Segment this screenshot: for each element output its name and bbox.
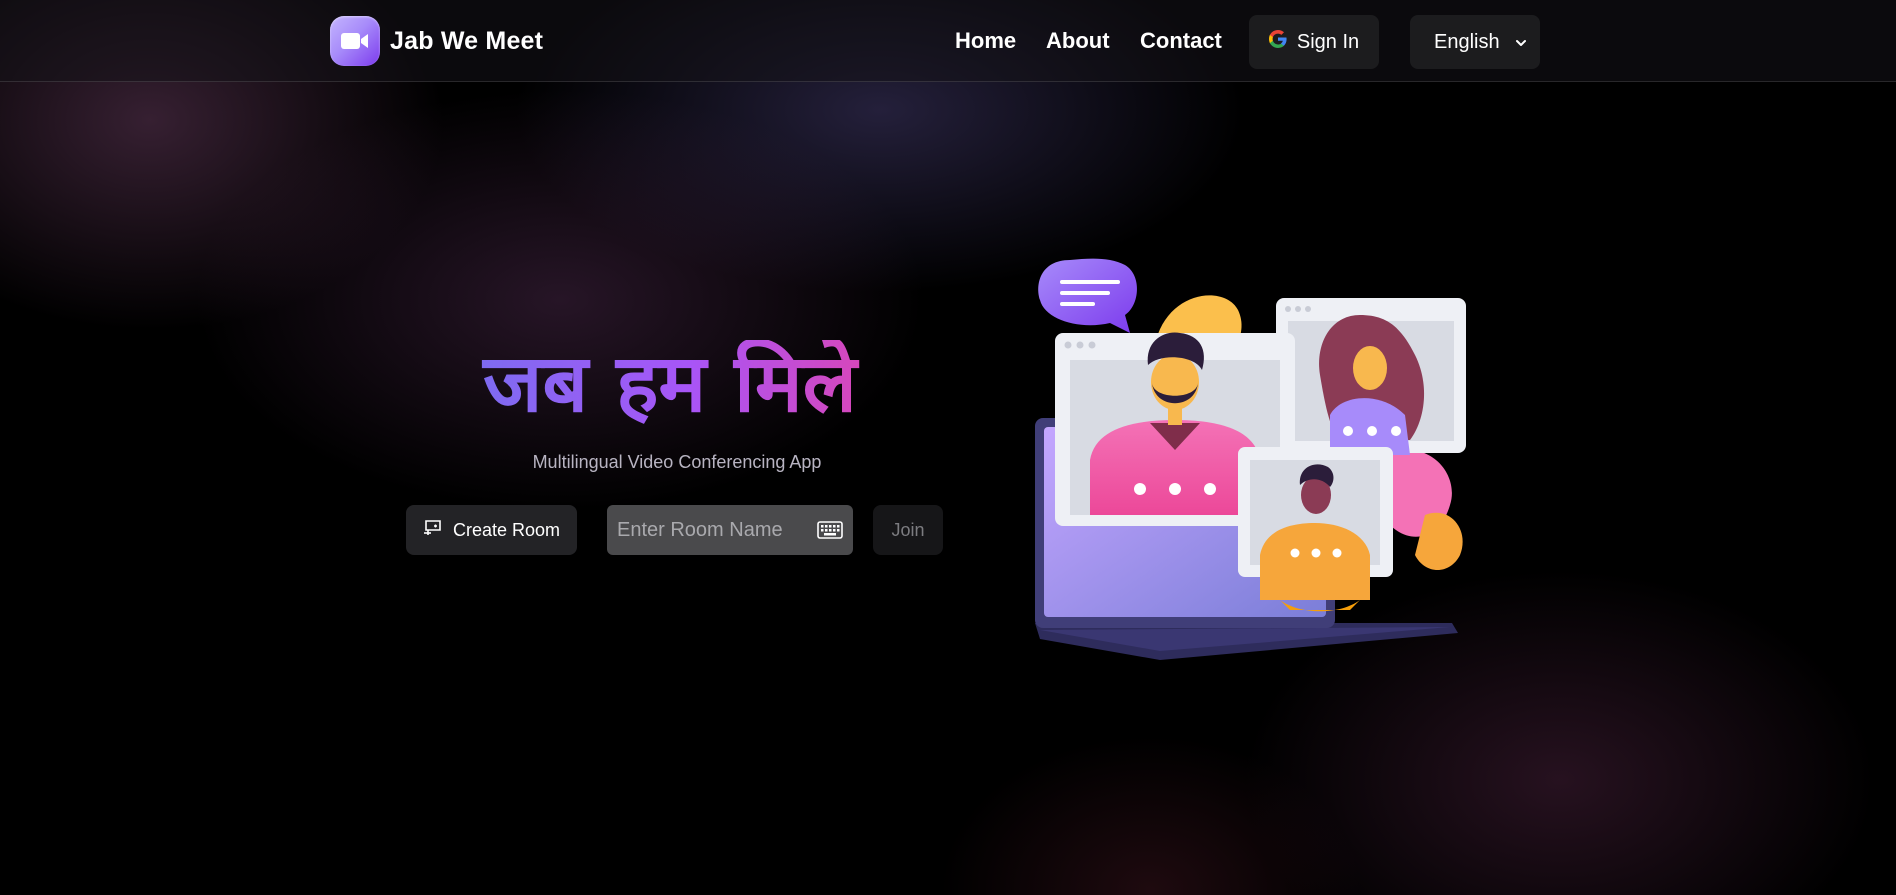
sign-in-label: Sign In xyxy=(1296,30,1360,53)
nav-contact-link[interactable]: Contact xyxy=(1140,28,1222,54)
room-name-field xyxy=(607,505,853,555)
video-conference-illustration xyxy=(1030,255,1500,675)
brand-title: Jab We Meet xyxy=(390,26,544,55)
create-room-label: Create Room xyxy=(452,519,561,540)
join-button[interactable]: Join xyxy=(873,505,943,555)
google-icon xyxy=(1268,30,1287,54)
create-room-button[interactable]: Create Room xyxy=(406,505,577,555)
screen-share-icon xyxy=(423,519,443,542)
nav-home-link[interactable]: Home xyxy=(955,28,1016,54)
page: Jab We Meet Home About Contact Sign In E… xyxy=(0,0,1896,895)
hero-title: जब हम मिले xyxy=(470,340,870,428)
brand[interactable]: Jab We Meet xyxy=(330,16,543,66)
nav-about-link[interactable]: About xyxy=(1046,28,1110,54)
keyboard-icon[interactable] xyxy=(817,521,843,544)
room-name-input[interactable] xyxy=(607,505,807,555)
top-navbar: Jab We Meet Home About Contact Sign In E… xyxy=(0,0,1896,82)
chevron-down-icon xyxy=(1514,33,1528,56)
video-camera-icon xyxy=(330,16,380,66)
hero-subtitle: Multilingual Video Conferencing App xyxy=(532,452,822,472)
language-selected-value: English xyxy=(1434,31,1500,53)
sign-in-button[interactable]: Sign In xyxy=(1249,15,1379,69)
language-select[interactable]: English xyxy=(1410,15,1540,69)
